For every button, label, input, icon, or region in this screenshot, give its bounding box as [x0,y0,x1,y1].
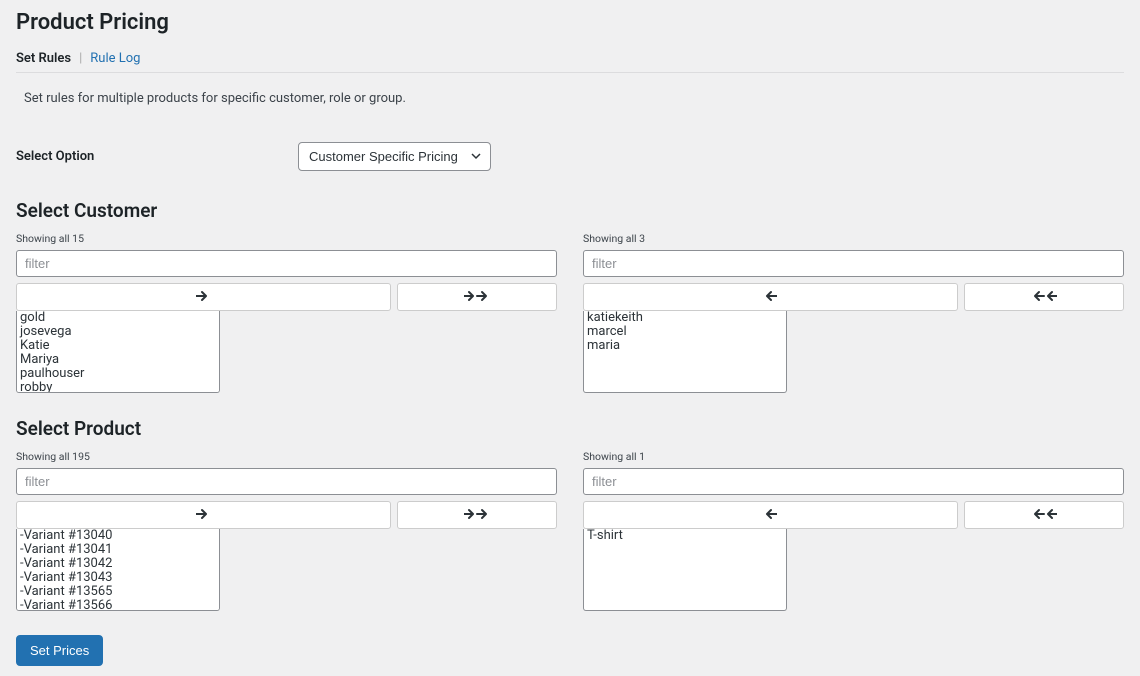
list-item[interactable]: Mariya [20,353,216,367]
customer-selected-filter[interactable] [583,250,1124,277]
product-selected-filter[interactable] [583,468,1124,495]
set-prices-button[interactable]: Set Prices [16,635,103,666]
tab-separator: | [79,51,82,66]
tab-bar: Set Rules | Rule Log [16,51,1124,73]
arrow-left-icon [763,289,777,305]
arrow-double-left-icon [1031,507,1057,523]
customer-available-filter[interactable] [16,250,557,277]
list-item[interactable]: -Variant #13565 [20,585,216,599]
tab-set-rules[interactable]: Set Rules [16,51,71,66]
product-move-right-button[interactable] [16,501,391,529]
customer-move-all-right-button[interactable] [397,283,558,311]
pricing-option-select[interactable]: Customer Specific Pricing [298,142,491,171]
list-item[interactable]: maria [587,339,783,353]
customer-selected-column: Showing all 3 katiekeithmarcelmaria [583,232,1124,393]
arrow-double-right-icon [464,289,490,305]
tab-rule-log[interactable]: Rule Log [90,51,140,66]
customer-move-right-button[interactable] [16,283,391,311]
product-selected-column: Showing all 1 T-shirt [583,450,1124,611]
list-item[interactable]: -Variant #13566 [20,599,216,611]
customer-move-left-button[interactable] [583,283,958,311]
list-item[interactable]: -Variant #13040 [20,529,216,543]
arrow-left-icon [763,507,777,523]
page-title: Product Pricing [16,10,1124,35]
list-item[interactable]: marcel [587,325,783,339]
customer-selected-list[interactable]: katiekeithmarcelmaria [583,311,787,393]
customer-available-column: Showing all 15 goldjosevegaKatieMariyapa… [16,232,557,393]
product-move-all-right-button[interactable] [397,501,558,529]
arrow-double-left-icon [1031,289,1057,305]
product-available-count: Showing all 195 [16,450,557,463]
list-item[interactable]: katiekeith [587,311,783,325]
customer-selected-count: Showing all 3 [583,232,1124,245]
list-item[interactable]: Katie [20,339,216,353]
product-selected-count: Showing all 1 [583,450,1124,463]
arrow-right-icon [196,507,210,523]
list-item[interactable]: T-shirt [587,529,783,543]
customer-available-list[interactable]: goldjosevegaKatieMariyapaulhouserrobby [16,311,220,393]
arrow-double-right-icon [464,507,490,523]
product-available-list[interactable]: -Variant #13040-Variant #13041-Variant #… [16,529,220,611]
list-item[interactable]: josevega [20,325,216,339]
select-product-title: Select Product [16,417,1124,440]
product-move-all-left-button[interactable] [964,501,1125,529]
customer-available-count: Showing all 15 [16,232,557,245]
list-item[interactable]: -Variant #13041 [20,543,216,557]
list-item[interactable]: paulhouser [20,367,216,381]
select-customer-title: Select Customer [16,199,1124,222]
list-item[interactable]: -Variant #13042 [20,557,216,571]
select-option-label: Select Option [16,149,298,164]
product-available-column: Showing all 195 -Variant #13040-Variant … [16,450,557,611]
product-selected-list[interactable]: T-shirt [583,529,787,611]
description-text: Set rules for multiple products for spec… [16,91,1124,106]
customer-move-all-left-button[interactable] [964,283,1125,311]
list-item[interactable]: gold [20,311,216,325]
list-item[interactable]: -Variant #13043 [20,571,216,585]
product-dual-list: Showing all 195 -Variant #13040-Variant … [16,450,1124,611]
select-option-row: Select Option Customer Specific Pricing [16,142,1124,171]
arrow-right-icon [196,289,210,305]
list-item[interactable]: robby [20,381,216,393]
customer-dual-list: Showing all 15 goldjosevegaKatieMariyapa… [16,232,1124,393]
product-available-filter[interactable] [16,468,557,495]
product-move-left-button[interactable] [583,501,958,529]
